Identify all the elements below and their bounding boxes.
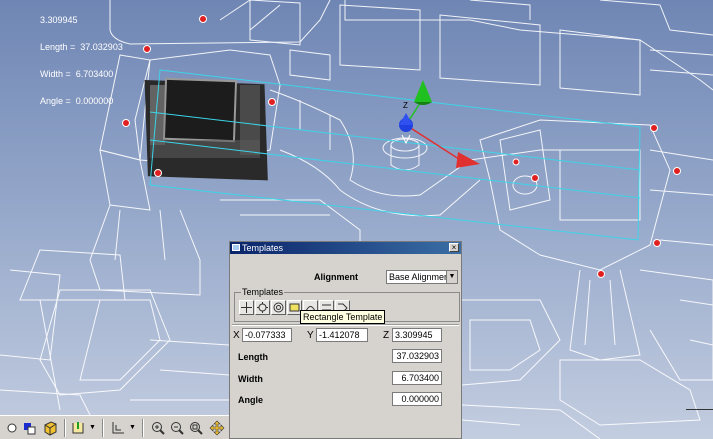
readout-length: Length = 37.032903	[40, 42, 123, 52]
alignment-label: Alignment	[314, 272, 358, 282]
zoom-in-icon[interactable]	[150, 420, 166, 436]
templates-group-label: Templates	[241, 287, 285, 297]
circle-icon	[273, 302, 284, 313]
z-axis-label: Z	[403, 101, 408, 110]
color-select-icon[interactable]	[22, 420, 38, 436]
scale-line	[686, 409, 713, 410]
dialog-separator	[232, 324, 459, 326]
angle-label: Angle	[238, 395, 264, 405]
y-field[interactable]: -1.412078	[316, 328, 368, 342]
alignment-select[interactable]: Base Alignmen ▼	[386, 270, 458, 284]
toolbar-separator	[142, 419, 144, 437]
dialog-title: Templates	[242, 243, 284, 253]
gear-icon	[257, 302, 268, 313]
toolbar-separator	[102, 419, 104, 437]
width-field[interactable]: 6.703400	[392, 371, 442, 385]
readout-line-1: 3.309945	[40, 15, 78, 25]
rectangle-template-tooltip: Rectangle Template	[300, 310, 386, 324]
close-button[interactable]: ×	[449, 243, 459, 252]
length-field[interactable]: 37.032903	[392, 349, 442, 363]
window-icon	[232, 244, 240, 251]
measurement-readout: 3.309945 Length = 37.032903 Width = 6.70…	[40, 0, 123, 124]
view-toolbar: ▼ ▼	[0, 415, 229, 439]
toolbar-separator	[64, 419, 66, 437]
crosshair-icon	[241, 302, 252, 313]
width-label: Width	[238, 374, 263, 384]
chevron-down-icon[interactable]: ▼	[88, 420, 97, 436]
chevron-down-icon[interactable]: ▼	[128, 420, 137, 436]
z-field[interactable]: 3.309945	[392, 328, 442, 342]
dialog-titlebar[interactable]: Templates ×	[230, 242, 461, 254]
gear-template-button[interactable]	[255, 300, 270, 315]
circle-template-button[interactable]	[271, 300, 286, 315]
templates-dialog[interactable]: Templates × Alignment Base Alignmen ▼ Te…	[229, 241, 462, 439]
y-label: Y	[307, 330, 314, 341]
x-field[interactable]: -0.077333	[242, 328, 292, 342]
chevron-down-icon[interactable]: ▼	[446, 271, 457, 283]
point-icon[interactable]	[4, 420, 20, 436]
x-label: X	[233, 330, 240, 341]
axes-icon[interactable]	[110, 420, 126, 436]
rectangle-icon	[289, 303, 300, 312]
zoom-out-icon[interactable]	[169, 420, 185, 436]
pan-icon[interactable]	[209, 420, 225, 436]
view-direction-icon[interactable]	[70, 420, 86, 436]
axis-triad[interactable]: Z	[399, 80, 480, 168]
readout-width: Width = 6.703400	[40, 69, 114, 79]
alignment-value: Base Alignmen	[389, 272, 450, 282]
length-label: Length	[238, 352, 268, 362]
zoom-window-icon[interactable]	[188, 420, 204, 436]
crosshair-template-button[interactable]	[239, 300, 254, 315]
angle-field[interactable]: 0.000000	[392, 392, 442, 406]
solid-view-icon[interactable]	[42, 420, 58, 436]
readout-angle: Angle = 0.000000	[40, 96, 114, 106]
scanned-image-patch	[144, 77, 268, 181]
z-label: Z	[383, 330, 390, 341]
